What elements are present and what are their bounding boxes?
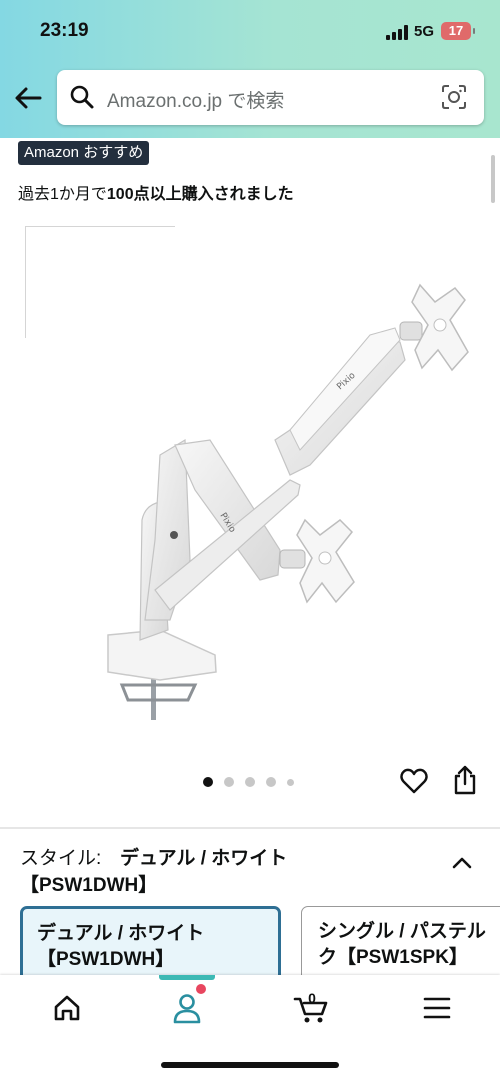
notification-dot: [196, 984, 206, 994]
carousel-dot[interactable]: [203, 777, 213, 787]
purchase-count-note: 過去1か月で100点以上購入されました: [18, 180, 294, 204]
bottom-navigation: 0: [0, 975, 500, 1080]
carousel-dot[interactable]: [224, 777, 234, 787]
scroll-indicator: [491, 155, 495, 203]
network-type: 5G: [414, 23, 435, 40]
section-divider: [0, 827, 500, 829]
cart-count: 0: [308, 990, 316, 1006]
chevron-up-icon[interactable]: [450, 853, 474, 873]
variation-option-label: デュアル / ホワイト 【PSW1DWH】: [37, 923, 205, 970]
status-time: 23:19: [40, 20, 89, 41]
cart-icon[interactable]: 0: [292, 990, 332, 1026]
camera-scan-icon[interactable]: [441, 84, 467, 110]
image-carousel-dots[interactable]: [203, 775, 303, 789]
account-icon[interactable]: [167, 990, 207, 1026]
purchase-note-count: 100点以上購入されました: [106, 186, 294, 203]
search-placeholder: Amazon.co.jp で検索: [107, 91, 285, 112]
carousel-dot[interactable]: [287, 779, 294, 786]
search-icon: [70, 85, 94, 109]
back-arrow-icon[interactable]: [12, 82, 44, 114]
share-icon[interactable]: [451, 764, 479, 796]
battery-icon: 17: [441, 22, 475, 40]
nav-active-indicator: [159, 975, 215, 980]
heart-icon[interactable]: [399, 766, 429, 796]
status-bar: 23:19 5G 17: [0, 0, 500, 64]
variation-option-label: シングル / パステル ク【PSW1SPK】: [318, 921, 486, 968]
home-icon[interactable]: [47, 990, 87, 1026]
menu-icon[interactable]: [417, 990, 457, 1026]
carousel-dot[interactable]: [245, 777, 255, 787]
signal-icon: [386, 25, 410, 40]
home-indicator: [161, 1062, 339, 1068]
search-input[interactable]: Amazon.co.jp で検索: [57, 70, 484, 125]
carousel-dot[interactable]: [266, 777, 276, 787]
variation-selected-code: 【PSW1DWH】: [20, 875, 158, 896]
purchase-note-prefix: 過去1か月で: [18, 186, 107, 203]
amazon-choice-badge: Amazon おすすめ: [18, 141, 150, 165]
app-header: 23:19 5G 17 Amazon.co.jp で検索: [0, 0, 500, 138]
variation-label: スタイル:: [20, 848, 102, 869]
variation-selected-value: デュアル / ホワイト: [120, 848, 288, 869]
monitor-arm-image[interactable]: Pixio Pixio: [100, 280, 480, 730]
